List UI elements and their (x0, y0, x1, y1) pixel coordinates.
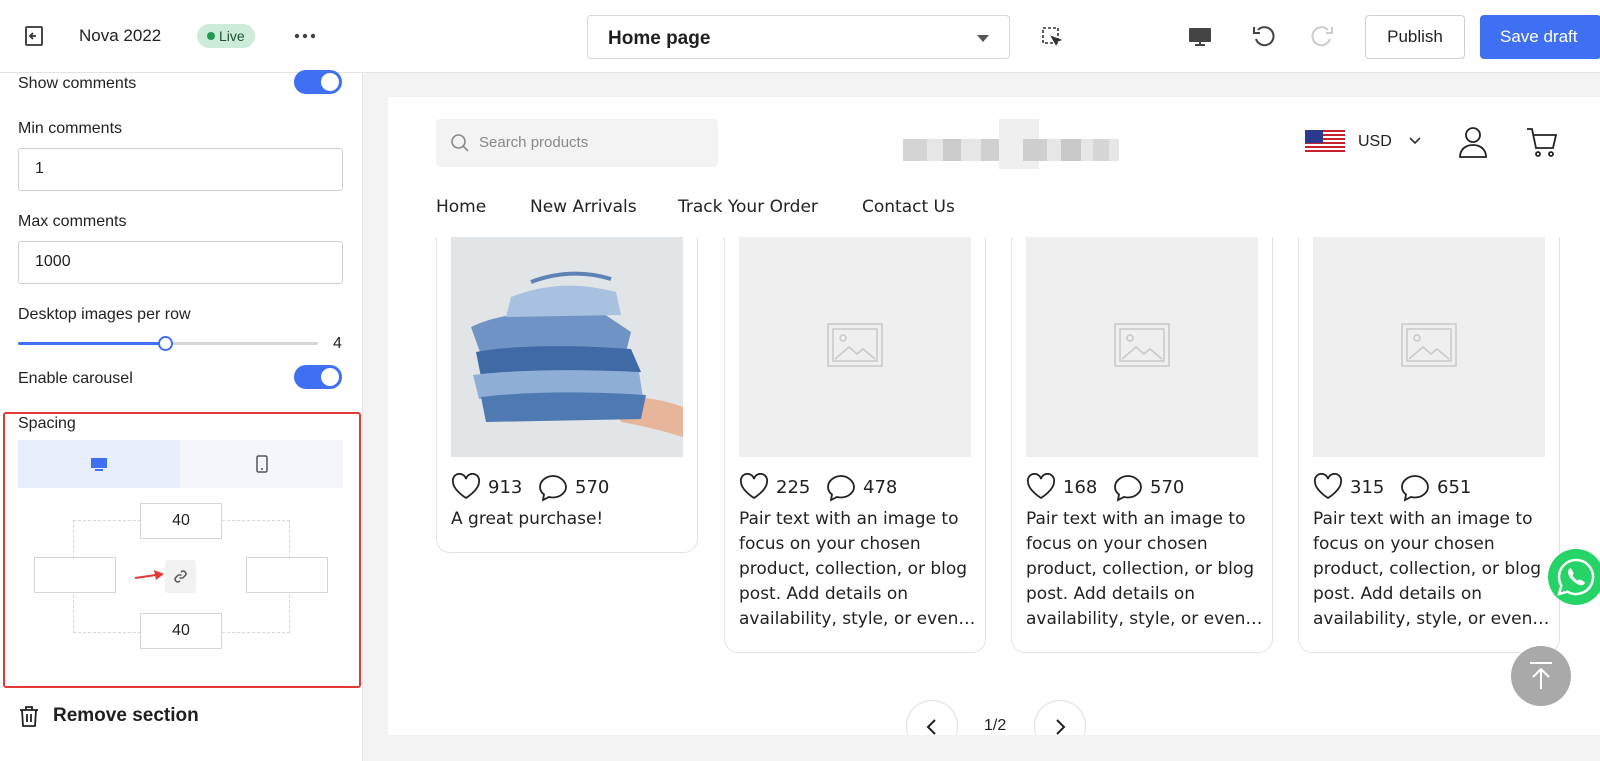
gallery-card[interactable]: 168 570 Pair text with an image to focus… (1011, 237, 1273, 653)
likes-count: 315 (1350, 477, 1385, 498)
trash-icon (20, 706, 38, 727)
spacing-device-tabs (18, 440, 343, 488)
spacing-label: Spacing (18, 415, 76, 432)
likes-count: 168 (1063, 477, 1098, 498)
undo-icon[interactable] (1250, 22, 1278, 50)
comment-icon[interactable] (1400, 474, 1430, 502)
gallery-card[interactable]: 225 478 Pair text with an image to focus… (724, 237, 986, 653)
search-icon (451, 134, 469, 152)
live-status-badge: Live (197, 24, 255, 48)
card-image (451, 237, 683, 457)
heart-icon[interactable] (1313, 473, 1343, 501)
exit-editor-icon[interactable] (22, 24, 46, 48)
link-spacing-button[interactable] (165, 560, 196, 593)
carousel-prev-button[interactable] (906, 700, 958, 735)
show-comments-toggle[interactable] (294, 70, 342, 94)
comment-icon[interactable] (1113, 474, 1143, 502)
settings-panel: Show comments Min comments 1 Max comment… (0, 70, 363, 761)
show-comments-label: Show comments (18, 75, 137, 92)
min-comments-input[interactable]: 1 (18, 148, 343, 191)
desktop-icon (91, 458, 107, 471)
slider-thumb[interactable] (158, 336, 173, 351)
comments-count: 570 (575, 477, 610, 498)
card-caption: Pair text with an image to focus on your… (1026, 509, 1263, 629)
card-image (1026, 237, 1258, 457)
enable-carousel-toggle[interactable] (294, 365, 342, 389)
slider-fill (18, 342, 165, 345)
currency-code: USD (1358, 133, 1392, 150)
spacing-top-input[interactable]: 40 (140, 503, 222, 539)
spacing-left-input[interactable] (34, 557, 116, 593)
remove-section-label: Remove section (53, 705, 199, 726)
nav-contact-us[interactable]: Contact Us (862, 197, 955, 217)
chevron-down-icon (1409, 137, 1421, 145)
link-icon (174, 570, 187, 583)
account-icon[interactable] (1458, 126, 1488, 158)
nav-home[interactable]: Home (436, 197, 486, 217)
tab-mobile[interactable] (181, 440, 343, 488)
red-arrow-annotation (134, 570, 164, 580)
spacing-right-input[interactable] (246, 557, 328, 593)
nav-new-arrivals[interactable]: New Arrivals (530, 197, 637, 217)
carousel-next-button[interactable] (1034, 700, 1086, 735)
comments-count: 651 (1437, 477, 1472, 498)
scroll-to-top-button[interactable] (1511, 646, 1571, 706)
image-placeholder-icon (1114, 323, 1170, 367)
likes-count: 913 (488, 477, 523, 498)
chevron-left-icon (926, 719, 936, 735)
card-caption: Pair text with an image to focus on your… (1313, 509, 1550, 629)
image-placeholder-icon (827, 323, 883, 367)
save-draft-button[interactable]: Save draft (1480, 15, 1600, 59)
us-flag-icon (1305, 130, 1345, 154)
images-per-row-slider[interactable] (18, 336, 318, 351)
gallery-card[interactable]: 913 570 A great purchase! (436, 237, 698, 553)
card-image (739, 237, 971, 457)
max-comments-input[interactable]: 1000 (18, 241, 343, 284)
gallery-card[interactable]: 315 651 Pair text with an image to focus… (1298, 237, 1560, 653)
editor-topbar: Nova 2022 Live Home page Publish Save dr… (0, 0, 1600, 73)
card-caption: Pair text with an image to focus on your… (739, 509, 976, 629)
spacing-bottom-input[interactable]: 40 (140, 613, 222, 649)
heart-icon[interactable] (451, 473, 481, 501)
cart-icon[interactable] (1526, 126, 1558, 158)
images-per-row-value: 4 (333, 335, 342, 352)
carousel-page-indicator: 1/2 (984, 717, 1007, 734)
image-placeholder-icon (1401, 323, 1457, 367)
desktop-preview-icon[interactable] (1187, 24, 1213, 50)
comments-count: 570 (1150, 477, 1185, 498)
store-logo-blurred (903, 119, 1119, 169)
jeans-photo (451, 237, 683, 457)
redo-icon[interactable] (1308, 22, 1336, 50)
arrow-up-icon (1530, 662, 1552, 689)
comment-icon[interactable] (538, 474, 568, 502)
card-caption: A great purchase! (451, 509, 604, 529)
max-comments-label: Max comments (18, 213, 127, 230)
nav-track-order[interactable]: Track Your Order (678, 197, 818, 217)
heart-icon[interactable] (739, 473, 769, 501)
chevron-right-icon (1056, 719, 1066, 735)
images-per-row-label: Desktop images per row (18, 306, 191, 323)
search-placeholder: Search products (479, 134, 589, 151)
page-selector-value: Home page (608, 28, 711, 49)
whatsapp-icon[interactable] (1547, 548, 1600, 606)
page-selector-dropdown[interactable]: Home page (587, 15, 1010, 59)
storefront-preview: Search products USD Home New Arrivals Tr… (388, 97, 1600, 735)
comment-icon[interactable] (826, 474, 856, 502)
comments-count: 478 (863, 477, 898, 498)
enable-carousel-label: Enable carousel (18, 370, 133, 387)
chevron-down-icon (977, 35, 989, 42)
tab-desktop[interactable] (18, 440, 180, 488)
select-element-icon[interactable] (1040, 25, 1064, 49)
store-name: Nova 2022 (79, 26, 162, 45)
mobile-icon (256, 455, 268, 473)
publish-button[interactable]: Publish (1365, 15, 1465, 59)
search-input[interactable]: Search products (436, 119, 718, 167)
more-options-icon[interactable] (293, 26, 317, 46)
card-image (1313, 237, 1545, 457)
likes-count: 225 (776, 477, 811, 498)
min-comments-label: Min comments (18, 120, 123, 137)
heart-icon[interactable] (1026, 473, 1056, 501)
